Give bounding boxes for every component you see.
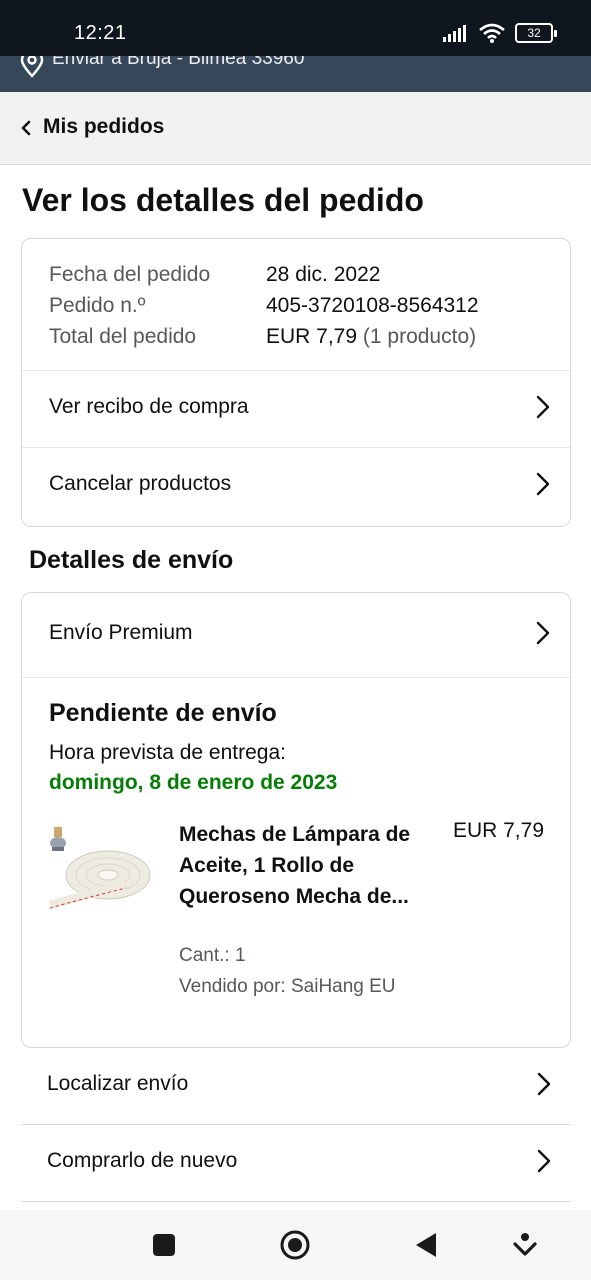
product-price: EUR 7,79: [452, 819, 544, 842]
shipment-actions: Localizar envío Comprarlo de nuevo: [21, 1048, 571, 1202]
order-total-row: Total del pedido EUR 7,79 (1 producto): [49, 321, 479, 352]
product-title[interactable]: Mechas de Lámpara de Aceite, 1 Rollo de …: [179, 819, 419, 912]
system-nav-bar: [0, 1210, 591, 1280]
wifi-icon: [479, 23, 505, 43]
chevron-left-icon: [21, 120, 31, 136]
track-package-link[interactable]: Localizar envío: [21, 1048, 571, 1125]
track-package-label: Localizar envío: [47, 1072, 189, 1095]
shipping-card: Envío Premium Pendiente de envío Hora pr…: [21, 592, 571, 1048]
back-triangle-icon[interactable]: [414, 1231, 438, 1259]
status-icons: 32: [443, 22, 557, 44]
page-title: Ver los detalles del pedido: [22, 182, 424, 218]
order-date-row: Fecha del pedido 28 dic. 2022: [49, 259, 479, 290]
order-total-value: EUR 7,79: [266, 325, 358, 348]
signal-icon: [443, 25, 466, 42]
order-number-value: 405-3720108-8564312: [266, 294, 479, 317]
order-item-count: (1 producto): [362, 325, 477, 348]
cancel-items-link[interactable]: Cancelar productos: [22, 447, 570, 524]
battery-icon: 32: [515, 23, 557, 43]
eta-label: Hora prevista de entrega:: [49, 741, 286, 764]
status-time: 12:21: [74, 22, 127, 44]
buy-again-label: Comprarlo de nuevo: [47, 1149, 238, 1172]
eta-date: domingo, 8 de enero de 2023: [49, 771, 338, 794]
order-number-label: Pedido n.º: [49, 294, 146, 317]
chevron-right-icon: [536, 395, 550, 419]
buy-again-link[interactable]: Comprarlo de nuevo: [21, 1125, 571, 1202]
chevron-right-icon: [536, 621, 550, 645]
back-link-label[interactable]: Mis pedidos: [43, 115, 164, 139]
chevron-right-icon: [537, 1149, 551, 1173]
recents-square-icon[interactable]: [152, 1233, 176, 1257]
order-summary: Fecha del pedido 28 dic. 2022 Pedido n.º…: [49, 259, 479, 352]
view-receipt-label: Ver recibo de compra: [49, 395, 249, 418]
shipping-section-title: Detalles de envío: [29, 546, 234, 574]
cancel-items-label: Cancelar productos: [49, 472, 232, 495]
shipping-method-label: Envío Premium: [49, 621, 193, 644]
product-quantity: Cant.: 1: [179, 945, 246, 966]
shipment-status: Pendiente de envío: [49, 699, 277, 727]
order-summary-card: Fecha del pedido 28 dic. 2022 Pedido n.º…: [21, 238, 571, 527]
chevron-right-icon: [536, 472, 550, 496]
back-nav[interactable]: Mis pedidos: [0, 92, 591, 165]
product-image[interactable]: [48, 823, 156, 923]
location-pin-icon: [20, 56, 44, 78]
product-seller: Vendido por: SaiHang EU: [179, 976, 396, 997]
shipping-method-link[interactable]: Envío Premium: [22, 593, 570, 678]
order-total-label: Total del pedido: [49, 325, 197, 348]
view-receipt-link[interactable]: Ver recibo de compra: [22, 370, 570, 447]
order-date-label: Fecha del pedido: [49, 263, 211, 286]
chevron-right-icon: [537, 1072, 551, 1096]
order-date-value: 28 dic. 2022: [266, 263, 381, 286]
deliver-to-bar[interactable]: Enviar a Bruja - Blimea 33960: [0, 56, 591, 92]
order-number-row: Pedido n.º 405-3720108-8564312: [49, 290, 479, 321]
home-circle-icon[interactable]: [279, 1229, 311, 1261]
deliver-to-text: Enviar a Bruja - Blimea 33960: [52, 56, 305, 69]
status-bar: 12:21 32: [0, 0, 591, 56]
assistant-down-icon[interactable]: [513, 1232, 537, 1258]
